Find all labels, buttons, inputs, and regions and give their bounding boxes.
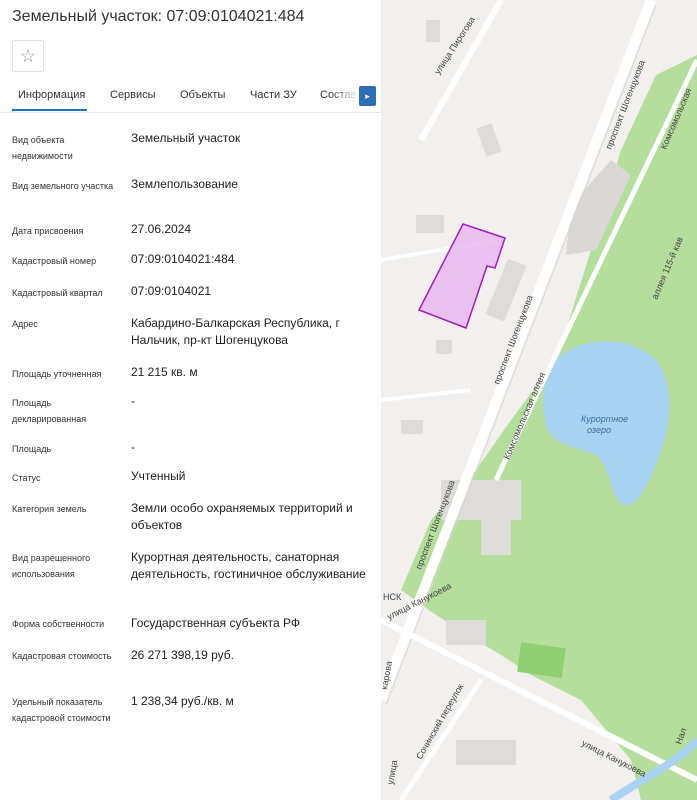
- value-unit-value: 1 238,34 руб./кв. м: [131, 694, 234, 708]
- building: [401, 420, 423, 434]
- page-title: Земельный участок: 07:09:0104021:484: [12, 8, 305, 25]
- label-object-type: Вид объекта недвижимости: [12, 135, 73, 161]
- label-status: Статус: [12, 473, 41, 483]
- value-land-type: Землепользование: [131, 177, 238, 191]
- value-land-category: Земли особо охраняемых территорий и объе…: [131, 501, 353, 532]
- label-area-declared: Площадь декларированная: [12, 398, 87, 424]
- building: [446, 620, 486, 645]
- value-area: -: [131, 440, 135, 454]
- tab-parts[interactable]: Части ЗУ: [250, 89, 297, 101]
- label-cadastral-quarter: Кадастровый квартал: [12, 288, 103, 298]
- sports-field: [517, 642, 566, 679]
- tab-objects[interactable]: Объекты: [180, 89, 225, 101]
- value-cadastral-value: 26 271 398,19 руб.: [131, 648, 234, 662]
- map-canvas[interactable]: улица Пирогова проспект Шогенцукова прос…: [381, 0, 697, 800]
- label-unit-value: Удельный показатель кадастровой стоимост…: [12, 697, 111, 723]
- favorite-button[interactable]: ☆: [12, 40, 44, 72]
- active-tab-indicator: [12, 109, 87, 111]
- tab-fade: [330, 82, 360, 112]
- label-permitted-use: Вид разрешенного использования: [12, 553, 91, 579]
- info-panel: Земельный участок: 07:09:0104021:484 ☆ И…: [0, 0, 381, 800]
- label-address: Адрес: [12, 319, 38, 329]
- label-nsk: НСК: [383, 592, 402, 602]
- map-view[interactable]: улица Пирогова проспект Шогенцукова прос…: [381, 0, 697, 800]
- label-lake: Курортное: [581, 414, 628, 424]
- label-area-specified: Площадь уточненная: [12, 369, 102, 379]
- tab-information[interactable]: Информация: [18, 89, 85, 101]
- label-cadastral-value: Кадастровая стоимость: [12, 651, 112, 661]
- label-lake-2: озеро: [587, 425, 611, 435]
- building: [426, 20, 440, 42]
- value-address: Кабардино-Балкарская Республика, г Нальч…: [131, 316, 340, 347]
- label-land-category: Категория земель: [12, 504, 87, 514]
- building: [476, 123, 502, 157]
- value-object-type: Земельный участок: [131, 131, 241, 145]
- star-icon: ☆: [19, 45, 37, 66]
- value-area-specified: 21 215 кв. м: [131, 365, 198, 379]
- value-assign-date: 27.06.2024: [131, 222, 192, 236]
- label-land-type: Вид земельного участка: [12, 181, 114, 191]
- building: [481, 515, 511, 555]
- tab-services[interactable]: Сервисы: [110, 89, 156, 101]
- value-area-declared: -: [131, 394, 135, 408]
- label-assign-date: Дата присвоения: [12, 226, 84, 236]
- building: [416, 215, 444, 233]
- building: [436, 340, 452, 354]
- value-permitted-use: Курортная деятельность, санаторная деяте…: [131, 550, 366, 581]
- building: [456, 740, 516, 765]
- label-area: Площадь: [12, 444, 52, 454]
- label-cadastral-number: Кадастровый номер: [12, 256, 97, 266]
- value-ownership: Государственная субъекта РФ: [131, 616, 301, 630]
- road-local: [381, 388, 472, 402]
- tab-scroll-button[interactable]: ▸: [359, 86, 376, 106]
- value-cadastral-quarter: 07:09:0104021: [131, 284, 212, 298]
- value-cadastral-number: 07:09:0104021:484: [131, 252, 235, 266]
- value-status: Учтенный: [131, 469, 186, 483]
- tab-bar: Информация Сервисы Объекты Части ЗУ Сост…: [0, 82, 381, 113]
- label-ownership: Форма собственности: [12, 619, 105, 629]
- chevron-right-icon: ▸: [365, 90, 370, 101]
- label-ulitsa: улица: [385, 759, 399, 785]
